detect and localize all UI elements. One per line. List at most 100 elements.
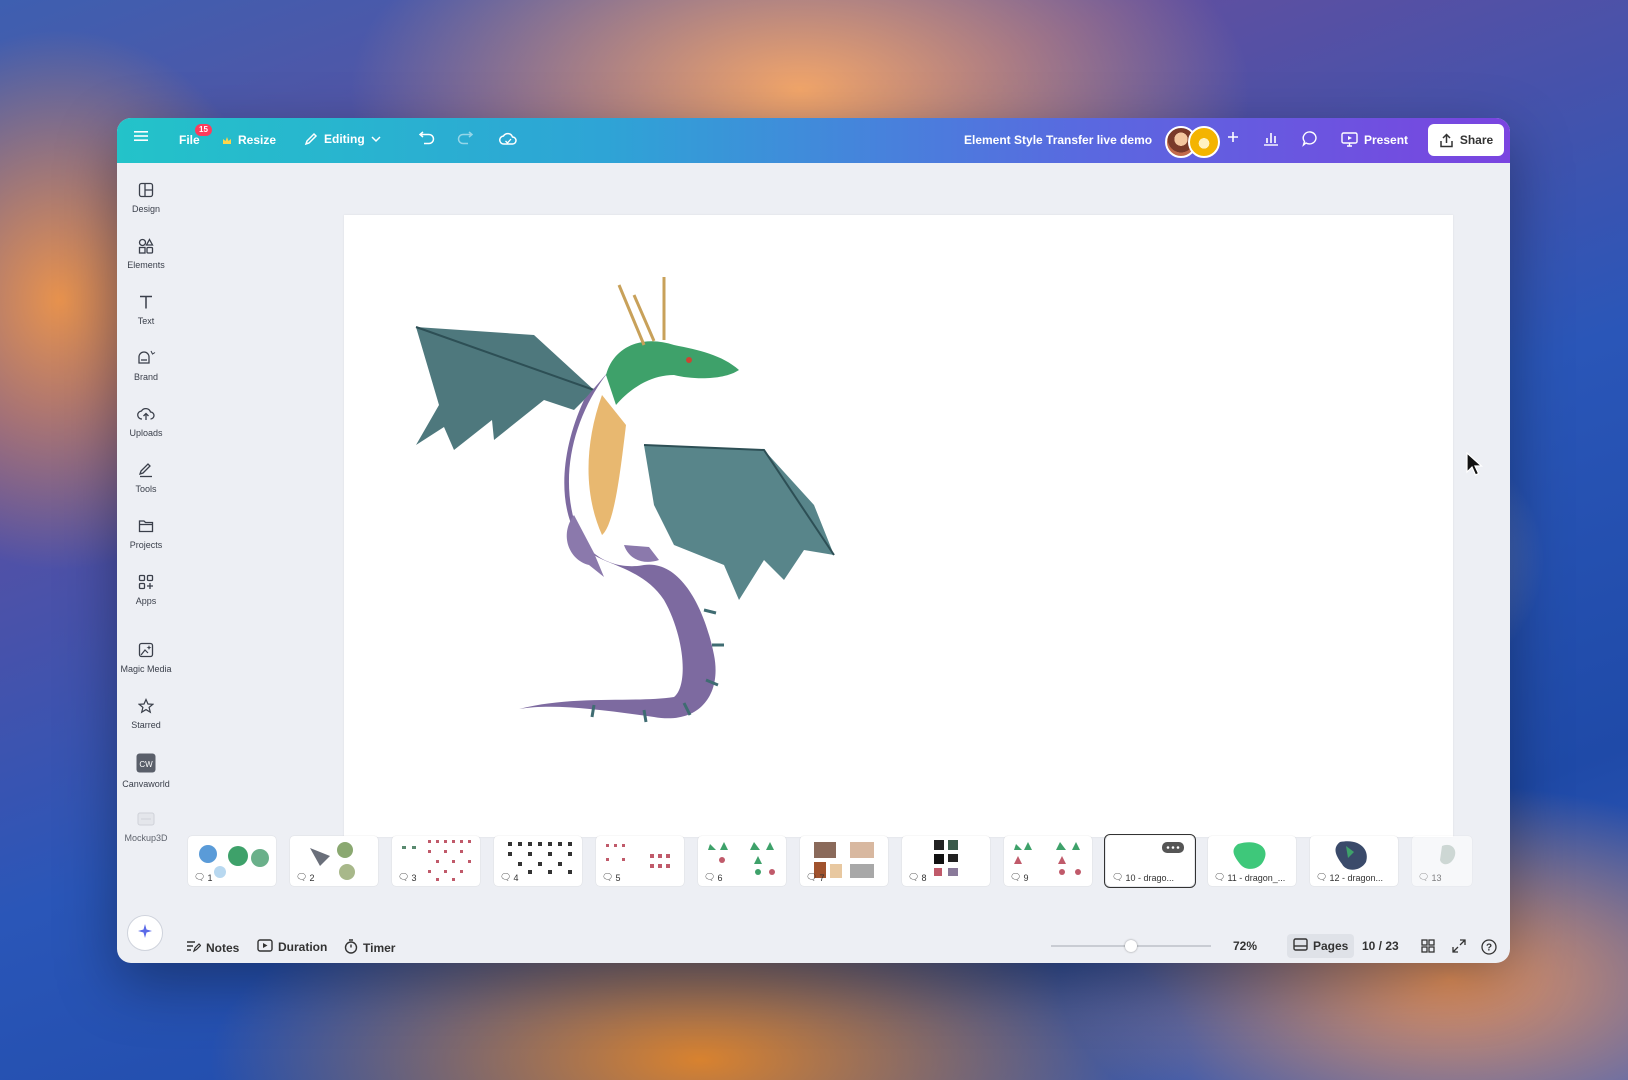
page-thumbnail[interactable]: 🗨 4 (494, 836, 582, 886)
page-thumbnail-label: 🗨 9 (1010, 872, 1029, 883)
page-thumbnail[interactable]: 🗨 7 (800, 836, 888, 886)
main-menu-button[interactable] (134, 130, 148, 142)
editor-window: File 15 Resize Editing Element Style Tra… (117, 118, 1510, 963)
page-thumbnail[interactable]: 🗨 5 (596, 836, 684, 886)
page-thumbnail-label: 🗨 2 (296, 872, 315, 883)
chevron-down-icon (371, 135, 381, 143)
grid-icon (1421, 939, 1435, 956)
svg-text:CW: CW (139, 760, 153, 769)
redo-button[interactable] (457, 131, 473, 147)
insights-button[interactable] (1263, 130, 1279, 146)
comments-button[interactable] (1302, 130, 1319, 147)
page-thumbnail[interactable]: 🗨 9 (1004, 836, 1092, 886)
page-thumbnail-active[interactable]: 🗨 10 - drago... (1104, 834, 1196, 888)
grid-view-button[interactable] (1421, 939, 1435, 956)
duration-button[interactable]: Duration (257, 939, 327, 955)
share-label: Share (1459, 133, 1494, 147)
page-thumbnail-label: 🗨 10 - drago... (1112, 872, 1174, 883)
sidebar-item-label: Design (131, 204, 160, 214)
comment-icon: 🗨 (1214, 872, 1226, 882)
sidebar-item-elements[interactable]: Elements (117, 238, 175, 270)
pages-button[interactable]: Pages (1287, 934, 1355, 958)
page-thumbnail-label: 🗨 1 (194, 872, 213, 883)
avatar[interactable] (1188, 126, 1220, 158)
timer-label: Timer (363, 941, 396, 955)
tools-icon (138, 462, 154, 478)
resize-button[interactable]: Resize (222, 133, 276, 147)
text-icon (138, 294, 154, 310)
document-title[interactable]: Element Style Transfer live demo (964, 133, 1152, 147)
page-counter-text: 10 / 23 (1362, 939, 1399, 953)
help-button[interactable]: ? (1481, 939, 1497, 958)
sidebar-item-brand[interactable]: Brand (117, 350, 175, 382)
comment-icon: 🗨 (1316, 872, 1328, 882)
page-thumbnail[interactable]: 🗨 12 - dragon... (1310, 836, 1398, 886)
file-menu-button[interactable]: File 15 (179, 124, 212, 147)
sidebar-item-starred[interactable]: Starred (117, 698, 175, 730)
sidebar-item-mockup3d[interactable]: Mockup3D (117, 811, 175, 843)
sidebar-item-label: Elements (127, 260, 165, 270)
editing-mode-dropdown[interactable]: Editing (304, 132, 381, 146)
hamburger-icon (134, 130, 148, 142)
cloud-save-button[interactable] (499, 131, 517, 147)
notes-button[interactable]: Notes (186, 939, 239, 956)
page-thumbnail[interactable]: 🗨 13 (1412, 836, 1472, 886)
duration-label: Duration (278, 940, 328, 954)
uploads-icon (137, 406, 155, 422)
page-counter[interactable]: 10 / 23 (1362, 939, 1399, 953)
sidebar-item-magic-media[interactable]: Magic Media (117, 642, 175, 674)
zoom-slider[interactable] (1051, 940, 1211, 952)
page-thumbnail[interactable]: 🗨 1 (188, 836, 276, 886)
sidebar-item-canvaworld[interactable]: CW Canvaworld (117, 753, 175, 789)
design-page[interactable] (344, 215, 1453, 837)
sidebar-item-uploads[interactable]: Uploads (117, 406, 175, 438)
resize-label: Resize (238, 133, 277, 147)
sidebar-item-tools[interactable]: Tools (117, 462, 175, 494)
present-button[interactable]: Present (1341, 132, 1408, 147)
notes-label: Notes (206, 940, 240, 955)
apps-icon (138, 574, 154, 590)
sidebar-item-apps[interactable]: Apps (117, 574, 175, 606)
page-thumbnail[interactable]: 🗨 11 - dragon_... (1208, 836, 1296, 886)
sidebar-item-label: Mockup3D (124, 833, 168, 843)
share-icon (1439, 132, 1454, 148)
page-thumbnail-label: 🗨 13 (1418, 872, 1442, 883)
duration-icon (257, 939, 273, 955)
comment-icon: 🗨 (398, 872, 410, 882)
sidebar-item-text[interactable]: Text (117, 294, 175, 326)
undo-icon (419, 131, 435, 147)
brand-icon (136, 350, 156, 366)
comment-icon: 🗨 (1418, 872, 1430, 882)
page-thumbnail-label: 🗨 4 (500, 872, 519, 883)
share-button[interactable]: Share (1428, 124, 1504, 156)
plus-icon (1227, 131, 1239, 143)
star-icon (138, 698, 154, 714)
page-thumbnail-label: 🗨 7 (806, 872, 825, 883)
sidebar-item-label: Projects (129, 540, 163, 550)
timer-icon (344, 939, 358, 957)
zoom-slider-thumb[interactable] (1125, 940, 1137, 952)
document-title-text: Element Style Transfer live demo (964, 133, 1153, 147)
bar-chart-icon (1263, 130, 1279, 146)
sidebar-item-label: Brand (133, 372, 159, 382)
zoom-level[interactable]: 72% (1233, 939, 1257, 953)
fullscreen-button[interactable] (1452, 939, 1466, 956)
page-thumbnail[interactable]: 🗨 2 (290, 836, 378, 886)
pencil-icon (304, 132, 318, 146)
comment-icon: 🗨 (296, 872, 308, 882)
add-collaborator-button[interactable] (1227, 131, 1239, 143)
sidebar-item-projects[interactable]: Projects (117, 518, 175, 550)
comment-icon: 🗨 (1010, 872, 1022, 882)
page-thumbnail-label: 🗨 3 (398, 872, 417, 883)
comment-icon: 🗨 (194, 872, 206, 882)
page-thumbnail[interactable]: 🗨 3 (392, 836, 480, 886)
page-thumbnail[interactable]: 🗨 8 (902, 836, 990, 886)
page-thumbnail[interactable]: 🗨 6 (698, 836, 786, 886)
dragon-image[interactable] (344, 215, 1453, 837)
design-icon (138, 182, 154, 198)
undo-button[interactable] (419, 131, 435, 147)
sidebar-item-label: Uploads (129, 428, 163, 438)
timer-button[interactable]: Timer (344, 939, 395, 957)
redo-icon (457, 131, 473, 147)
sidebar-item-design[interactable]: Design (117, 182, 175, 214)
